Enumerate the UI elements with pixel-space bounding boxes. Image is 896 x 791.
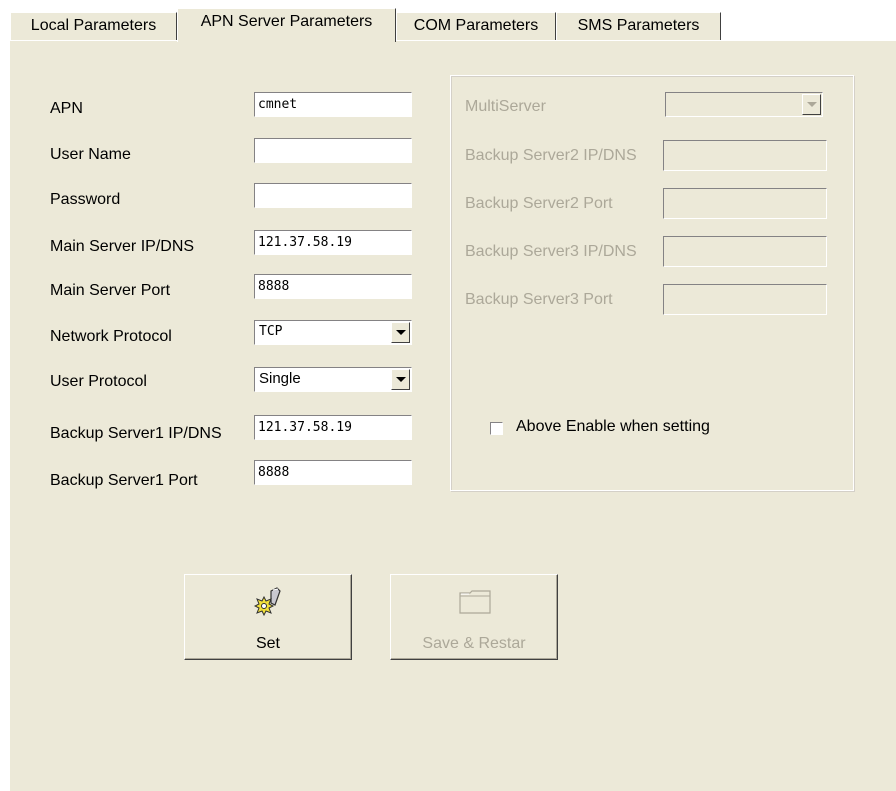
backup-server1-port-label: Backup Server1 Port — [50, 472, 198, 489]
dropdown-button[interactable] — [391, 369, 410, 390]
save-restart-button[interactable]: Save & Restar — [390, 574, 558, 660]
network-protocol-value: TCP — [259, 324, 283, 339]
tab-sms-parameters[interactable]: SMS Parameters — [556, 12, 721, 40]
main-server-port-field[interactable] — [254, 274, 412, 299]
above-enable-label: Above Enable when setting — [516, 418, 710, 435]
user-name-label: User Name — [50, 146, 131, 163]
main-server-ip-label: Main Server IP/DNS — [50, 238, 195, 255]
tab-apn-server-parameters[interactable]: APN Server Parameters — [177, 8, 396, 42]
tab-local-parameters[interactable]: Local Parameters — [10, 12, 177, 40]
tab-label: COM Parameters — [413, 17, 539, 34]
save-restart-button-label: Save & Restar — [422, 635, 526, 652]
user-protocol-value: Single — [259, 370, 301, 387]
network-protocol-label: Network Protocol — [50, 328, 172, 345]
above-enable-checkbox[interactable] — [490, 422, 503, 435]
chevron-down-icon — [396, 330, 406, 335]
tab-com-parameters[interactable]: COM Parameters — [396, 12, 556, 40]
tab-panel: APN User Name Password Main Server IP/DN… — [10, 41, 896, 791]
user-protocol-select[interactable]: Single — [254, 367, 412, 392]
tab-label: APN Server Parameters — [200, 13, 373, 30]
tab-label: Local Parameters — [30, 17, 157, 34]
multiserver-label: MultiServer — [465, 98, 546, 115]
backup-server1-port-field[interactable] — [254, 460, 412, 485]
backup-server1-ip-label: Backup Server1 IP/DNS — [50, 425, 222, 442]
main-server-port-label: Main Server Port — [50, 282, 171, 299]
wrench-gear-icon — [253, 587, 281, 617]
backup-server3-port-field[interactable] — [663, 284, 827, 315]
chevron-down-icon — [807, 102, 817, 107]
dropdown-button[interactable] — [802, 94, 821, 115]
set-button-label: Set — [255, 635, 280, 652]
tab-label: SMS Parameters — [577, 17, 700, 34]
tab-strip: Local Parameters APN Server Parameters C… — [10, 8, 896, 42]
backup-server1-ip-field[interactable] — [254, 415, 412, 440]
backup-server2-ip-field[interactable] — [663, 140, 827, 171]
backup-server3-port-label: Backup Server3 Port — [465, 291, 613, 308]
user-name-field[interactable] — [254, 138, 412, 163]
apn-label: APN — [50, 100, 83, 117]
chevron-down-icon — [396, 377, 406, 382]
password-label: Password — [50, 191, 121, 208]
apn-field[interactable] — [254, 92, 412, 117]
main-server-ip-field[interactable] — [254, 230, 412, 255]
user-protocol-label: User Protocol — [50, 373, 147, 390]
backup-server2-ip-label: Backup Server2 IP/DNS — [465, 147, 637, 164]
backup-server3-ip-field[interactable] — [663, 236, 827, 267]
backup-server3-ip-label: Backup Server3 IP/DNS — [465, 243, 637, 260]
set-button[interactable]: Set — [184, 574, 352, 660]
network-protocol-select[interactable]: TCP — [254, 320, 412, 345]
backup-server2-port-label: Backup Server2 Port — [465, 195, 613, 212]
multiserver-select[interactable] — [665, 92, 823, 117]
dropdown-button[interactable] — [391, 322, 410, 343]
password-field[interactable] — [254, 183, 412, 208]
apn-settings-window: Local Parameters APN Server Parameters C… — [0, 0, 896, 791]
backup-server2-port-field[interactable] — [663, 188, 827, 219]
folder-icon — [459, 590, 491, 614]
